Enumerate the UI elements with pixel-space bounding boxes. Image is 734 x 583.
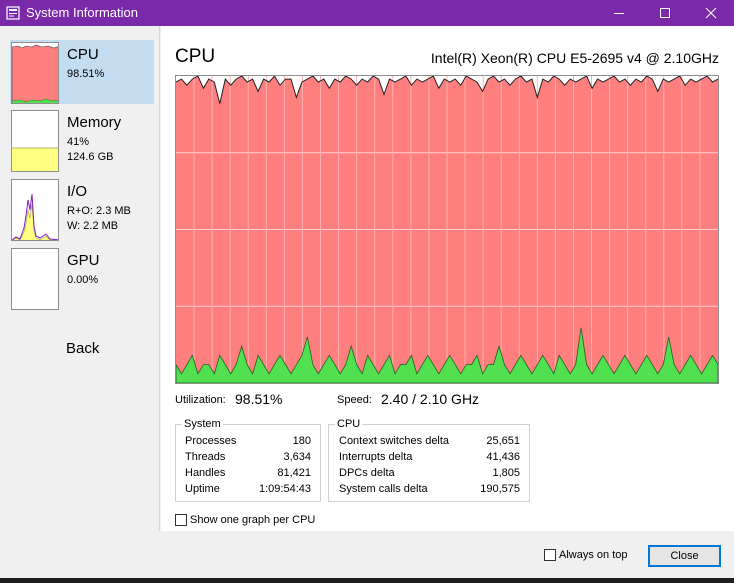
sidebar-item-title: Memory xyxy=(67,114,122,131)
cpu-usage-chart xyxy=(176,76,718,383)
always-on-top-label: Always on top xyxy=(559,549,628,561)
speed-label: Speed: xyxy=(337,394,372,406)
sidebar-item-value: 0.00% xyxy=(67,274,99,286)
sidebar: CPU 98.51% Memory 41% 124.6 GB I/O R+O: … xyxy=(0,26,160,531)
close-window-button[interactable] xyxy=(688,0,734,26)
show-one-graph-label: Show one graph per CPU xyxy=(190,514,316,526)
sidebar-item-title: CPU xyxy=(67,46,99,63)
minimize-button[interactable] xyxy=(596,0,642,26)
context-switches-value: 25,651 xyxy=(486,435,520,447)
sidebar-item-title: I/O xyxy=(67,183,88,200)
system-calls-label: System calls delta xyxy=(339,483,428,495)
sidebar-item-value: 41% xyxy=(67,136,90,148)
sidebar-item-value: W: 2.2 MB xyxy=(67,220,119,232)
io-thumbnail-graph xyxy=(11,179,59,241)
close-icon xyxy=(705,7,717,19)
context-switches-label: Context switches delta xyxy=(339,435,450,447)
sidebar-item-value: R+O: 2.3 MB xyxy=(67,205,131,217)
uptime-label: Uptime xyxy=(185,483,220,495)
threads-value: 3,634 xyxy=(283,451,311,463)
back-link[interactable]: Back xyxy=(66,340,99,357)
group-title: System xyxy=(182,418,223,430)
sidebar-item-memory[interactable]: Memory 41% 124.6 GB xyxy=(10,108,154,172)
sidebar-item-cpu[interactable]: CPU 98.51% xyxy=(10,40,154,104)
maximize-icon xyxy=(660,8,670,18)
utilization-label: Utilization: xyxy=(175,394,226,406)
system-group: System Processes 180 Threads 3,634 Handl… xyxy=(175,418,321,502)
window-title: System Information xyxy=(26,5,138,20)
cpu-stats-group: CPU Context switches delta 25,651 Interr… xyxy=(328,418,530,502)
utilization-value: 98.51% xyxy=(235,391,283,407)
always-on-top-checkbox[interactable] xyxy=(544,549,556,561)
speed-value: 2.40 / 2.10 GHz xyxy=(381,391,480,407)
processes-label: Processes xyxy=(185,435,237,447)
cpu-model: Intel(R) Xeon(R) CPU E5-2695 v4 @ 2.10GH… xyxy=(430,50,719,66)
page-title: CPU xyxy=(175,46,216,67)
handles-label: Handles xyxy=(185,467,226,479)
dpcs-label: DPCs delta xyxy=(339,467,395,479)
close-button[interactable]: Close xyxy=(648,545,721,567)
dpcs-value: 1,805 xyxy=(492,467,520,479)
app-icon xyxy=(6,6,20,20)
handles-value: 81,421 xyxy=(277,467,311,479)
memory-thumbnail-graph xyxy=(11,110,59,172)
sidebar-item-value: 124.6 GB xyxy=(67,151,114,163)
uptime-value: 1:09:54:43 xyxy=(259,483,311,495)
taskbar-edge xyxy=(0,578,734,583)
title-bar: System Information xyxy=(0,0,734,26)
sidebar-item-value: 98.51% xyxy=(67,68,105,80)
sidebar-item-io[interactable]: I/O R+O: 2.3 MB W: 2.2 MB xyxy=(10,177,154,241)
sidebar-item-gpu[interactable]: GPU 0.00% xyxy=(10,246,154,310)
cpu-thumbnail-graph xyxy=(11,42,59,104)
sidebar-item-title: GPU xyxy=(67,252,100,269)
interrupts-value: 41,436 xyxy=(486,451,520,463)
main-panel: CPU Intel(R) Xeon(R) CPU E5-2695 v4 @ 2.… xyxy=(161,26,734,531)
processes-value: 180 xyxy=(292,435,311,447)
gpu-thumbnail-graph xyxy=(11,248,59,310)
system-calls-value: 190,575 xyxy=(480,483,520,495)
maximize-button[interactable] xyxy=(642,0,688,26)
threads-label: Threads xyxy=(185,451,226,463)
interrupts-label: Interrupts delta xyxy=(339,451,413,463)
minimize-icon xyxy=(614,13,624,14)
show-one-graph-checkbox[interactable] xyxy=(175,514,187,526)
window-body: CPU 98.51% Memory 41% 124.6 GB I/O R+O: … xyxy=(0,26,734,583)
cpu-usage-graph xyxy=(175,75,719,384)
group-title: CPU xyxy=(335,418,363,430)
